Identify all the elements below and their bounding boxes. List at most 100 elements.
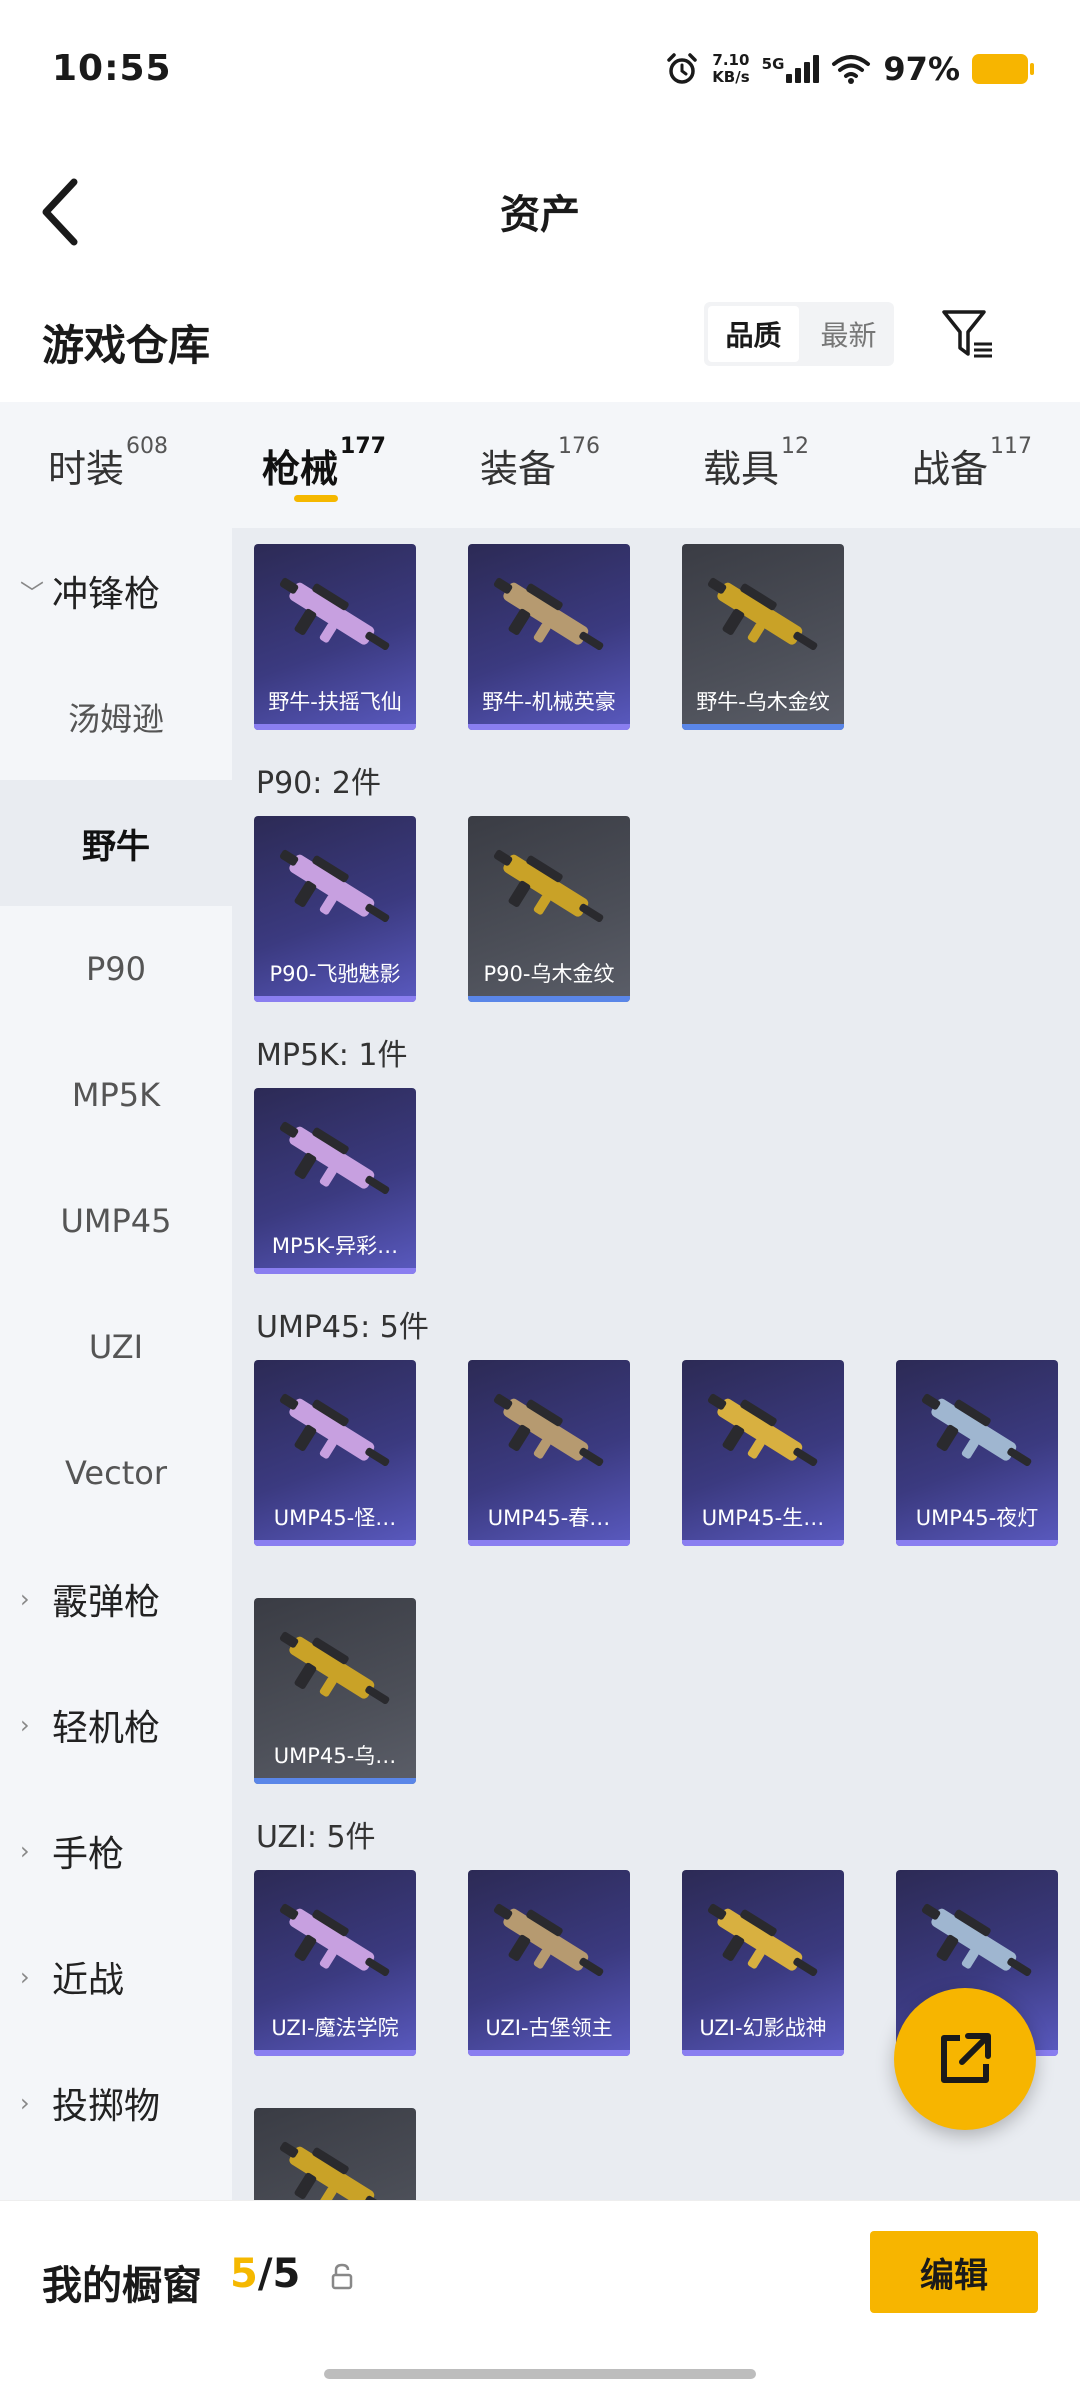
sidebar-item-melee[interactable]: › 近战 (0, 1914, 232, 2040)
chevron-right-icon: › (20, 1837, 30, 1865)
sidebar-item-label: 冲锋枪 (52, 574, 161, 615)
sidebar-item-mp5k[interactable]: MP5K (0, 1032, 232, 1158)
sidebar-item-label: 投掷物 (52, 2086, 161, 2127)
signal-bars (786, 55, 820, 83)
rarity-bar (468, 724, 630, 730)
sidebar-item-vector[interactable]: Vector (0, 1410, 232, 1536)
chevron-right-icon: › (20, 1963, 30, 1991)
skin-grid-scroll: 野牛-扶摇飞仙 野牛-机械英豪 野牛-乌木金纹 P90: 2件 P90-飞驰魅影 P90-… (232, 528, 1080, 2200)
skin-card-label: MP5K-异彩… (271, 1234, 399, 1258)
sidebar-item-uzi[interactable]: UZI (0, 1284, 232, 1410)
sort-newest-button[interactable]: 最新 (803, 302, 894, 366)
tab-label: 装备 (479, 447, 556, 491)
sort-quality-button[interactable]: 品质 (708, 306, 799, 362)
weapon-skin-thumbnail (493, 1393, 604, 1467)
tab-label: 枪械 (262, 447, 339, 491)
skin-card[interactable]: UMP45-乌… (254, 1598, 416, 1784)
skin-grid: P90-飞驰魅影 P90-乌木金纹 (254, 816, 1080, 1002)
sidebar-item-bizon[interactable]: 野牛 (0, 780, 232, 906)
rarity-bar (254, 1778, 416, 1784)
edit-button[interactable]: 编辑 (870, 2231, 1038, 2313)
tab-label: 战备 (911, 447, 988, 491)
share-external-icon (941, 2033, 991, 2083)
share-fab-button[interactable] (894, 1988, 1036, 2130)
skin-card[interactable]: UZI-幻影战神 (682, 1870, 844, 2056)
skin-card[interactable]: UMP45-生… (682, 1360, 844, 1546)
chevron-right-icon: › (20, 1711, 30, 1739)
weapon-skin-thumbnail (493, 849, 604, 923)
status-icons: 7.10 KB/s 5G 97% (664, 50, 1034, 88)
sidebar-item-p90[interactable]: P90 (0, 906, 232, 1032)
skin-card-label: UZI-古堡领主 (485, 2016, 613, 2040)
weapon-skin-thumbnail (279, 577, 390, 651)
skin-card[interactable]: MP5K-异彩… (254, 1088, 416, 1274)
skin-card-label: 野牛-乌木金纹 (696, 690, 830, 714)
skin-card-label: 野牛-扶摇飞仙 (268, 690, 402, 714)
section-header: 游戏仓库 品质 最新 (0, 290, 1080, 402)
home-indicator[interactable] (324, 2369, 756, 2379)
tab-vehicles[interactable]: 载具 12 (648, 402, 864, 528)
tab-equipment[interactable]: 装备 176 (432, 402, 648, 528)
weapon-skin-thumbnail (707, 577, 818, 651)
weapon-skin-thumbnail (279, 1393, 390, 1467)
showcase-current: 5 (230, 2251, 258, 2297)
skin-card-label: UMP45-怪… (273, 1506, 397, 1530)
skin-card[interactable]: UMP45-夜灯 (896, 1360, 1058, 1546)
tab-label: 时装 (47, 447, 124, 491)
tab-supplies[interactable]: 战备 117 (864, 402, 1080, 528)
skin-card-label: UZI-魔法学院 (271, 2016, 399, 2040)
sidebar-item-ump45[interactable]: UMP45 (0, 1158, 232, 1284)
skin-card-label: UMP45-夜灯 (915, 1506, 1039, 1530)
showcase-separator: / (257, 2251, 273, 2297)
skin-card[interactable] (254, 2108, 416, 2200)
skin-card[interactable]: 野牛-乌木金纹 (682, 544, 844, 730)
tab-fashion[interactable]: 时装 608 (0, 402, 216, 528)
tab-count: 608 (126, 434, 168, 459)
skin-card[interactable]: 野牛-机械英豪 (468, 544, 630, 730)
rarity-bar (254, 1268, 416, 1274)
skin-card[interactable]: 野牛-扶摇飞仙 (254, 544, 416, 730)
sidebar-item-lmg[interactable]: › 轻机枪 (0, 1662, 232, 1788)
battery-icon (972, 54, 1034, 84)
sidebar-item-label: 近战 (52, 1960, 125, 2001)
weapon-skin-thumbnail (707, 1903, 818, 1977)
sidebar-item-label: Vector (65, 1454, 167, 1492)
weapon-type-sidebar: ﹀ 冲锋枪 汤姆逊 野牛 P90 MP5K UMP45 UZI Vector ›… (0, 528, 232, 2200)
tab-firearms[interactable]: 枪械 177 (216, 402, 432, 528)
weapon-skin-thumbnail (279, 1121, 390, 1195)
skin-card[interactable]: UZI-魔法学院 (254, 1870, 416, 2056)
sidebar-item-throwable[interactable]: › 投掷物 (0, 2040, 232, 2166)
sidebar-item-shotgun[interactable]: › 霰弹枪 (0, 1536, 232, 1662)
weapon-skin-thumbnail (921, 1903, 1032, 1977)
sidebar-item-thompson[interactable]: 汤姆逊 (0, 654, 232, 780)
skin-card[interactable]: UMP45-春… (468, 1360, 630, 1546)
skin-grid-panel[interactable]: 野牛-扶摇飞仙 野牛-机械英豪 野牛-乌木金纹 P90: 2件 P90-飞驰魅影 P90-… (232, 528, 1080, 2200)
chevron-right-icon: › (20, 2089, 30, 2117)
net-speed-unit: KB/s (712, 68, 750, 86)
wifi-icon (832, 55, 871, 84)
filter-icon[interactable] (940, 306, 996, 362)
showcase-label: 我的橱窗 (42, 2263, 202, 2309)
weapon-skin-thumbnail (279, 2141, 390, 2200)
group-heading: MP5K: 1件 (256, 1038, 408, 1073)
sidebar-item-pistol[interactable]: › 手枪 (0, 1788, 232, 1914)
skin-card[interactable]: P90-乌木金纹 (468, 816, 630, 1002)
rarity-bar (254, 2050, 416, 2056)
rarity-bar (254, 724, 416, 730)
skin-card[interactable]: P90-飞驰魅影 (254, 816, 416, 1002)
skin-card[interactable]: UZI-古堡领主 (468, 1870, 630, 2056)
skin-card[interactable]: UMP45-怪… (254, 1360, 416, 1546)
skin-card-label: UMP45-乌… (273, 1744, 397, 1768)
category-tabs: 时装 608 枪械 177 装备 176 载具 12 战备 117 (0, 402, 1080, 528)
group-heading: UMP45: 5件 (256, 1310, 429, 1345)
sidebar-item-label: 汤姆逊 (67, 700, 164, 738)
skin-card-label: P90-乌木金纹 (483, 962, 615, 986)
rarity-bar (682, 2050, 844, 2056)
signal-icon: 5G (762, 55, 820, 83)
weapon-skin-thumbnail (279, 1631, 390, 1705)
sidebar-item-label: 野牛 (82, 826, 150, 867)
skin-grid: 野牛-扶摇飞仙 野牛-机械英豪 野牛-乌木金纹 (254, 544, 1080, 730)
sidebar-item-smg[interactable]: ﹀ 冲锋枪 (0, 528, 232, 654)
page-title: 资产 (500, 192, 580, 238)
skin-card-label: 野牛-机械英豪 (482, 690, 616, 714)
